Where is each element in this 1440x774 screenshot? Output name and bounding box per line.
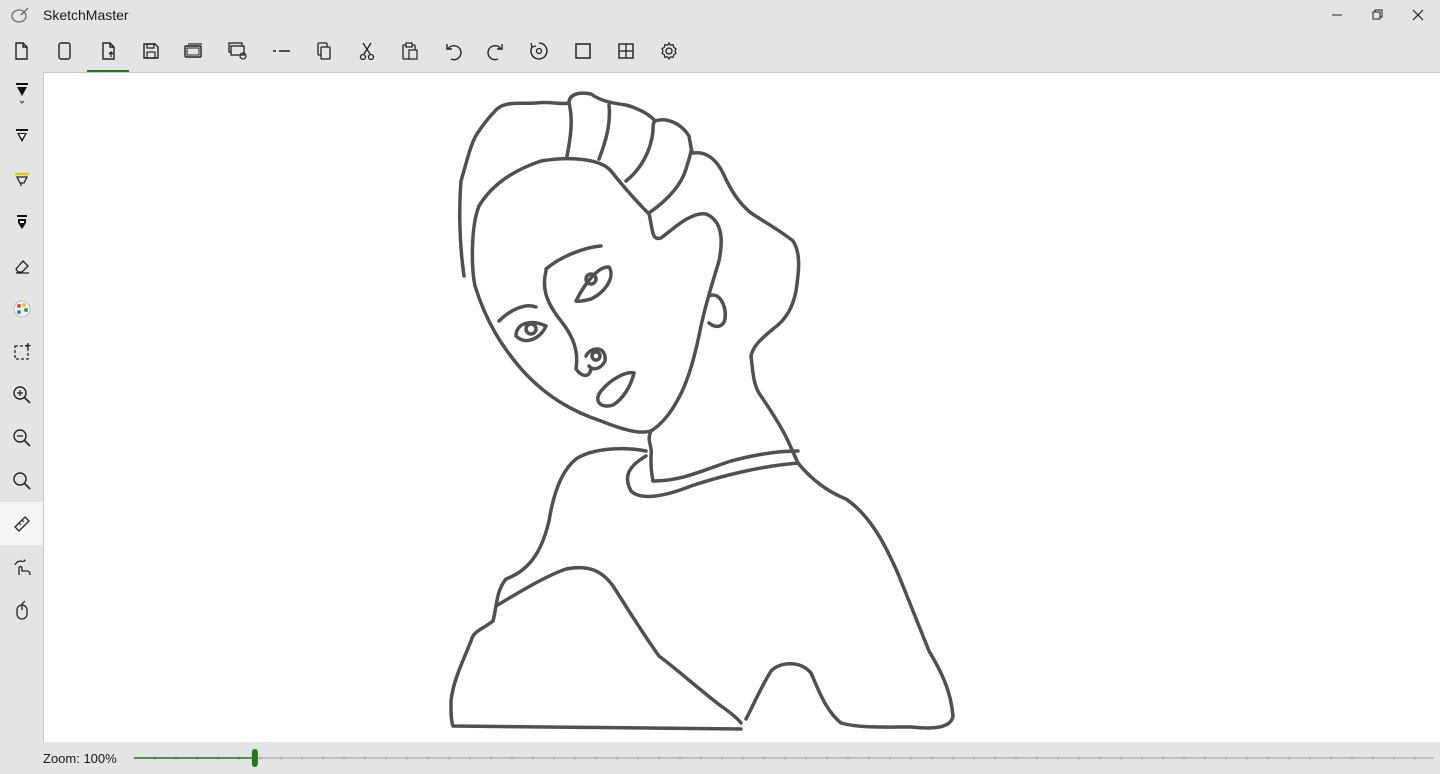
rotate-icon (530, 42, 548, 60)
zoom-reset-icon (12, 471, 31, 490)
ruler-icon (13, 515, 30, 532)
zoom-reset-button[interactable] (0, 459, 43, 502)
zoom-slider[interactable] (134, 749, 1434, 767)
open-file-button[interactable] (87, 30, 129, 72)
marker-icon (16, 214, 27, 229)
square-icon (575, 43, 591, 59)
eraser-icon (14, 259, 29, 274)
zoom-out-button[interactable] (0, 416, 43, 459)
window-title: SketchMaster (43, 7, 129, 23)
tool-sidebar (0, 72, 43, 742)
lasso-select-button[interactable] (0, 330, 43, 373)
highlighter-tool-button[interactable] (0, 158, 43, 201)
ruler-tool-button[interactable] (0, 502, 43, 545)
touch-draw-button[interactable] (0, 545, 43, 588)
marker-tool-button[interactable] (0, 201, 43, 244)
sketch-drawing (449, 91, 955, 731)
highlighter-icon (14, 172, 29, 186)
zoom-in-icon (12, 385, 31, 404)
lasso-select-icon (13, 342, 30, 360)
redo-icon (487, 44, 503, 61)
dash-line-icon (273, 50, 290, 52)
color-palette-button[interactable] (0, 287, 43, 330)
open-file-icon (102, 42, 115, 60)
zoom-in-button[interactable] (0, 373, 43, 416)
export-button[interactable] (216, 30, 258, 72)
canvas-frame-button[interactable] (562, 30, 604, 72)
cut-icon (359, 42, 375, 61)
undo-button[interactable] (432, 30, 474, 72)
redo-button[interactable] (475, 30, 517, 72)
pen-tool-button[interactable] (0, 72, 43, 115)
blank-page-button[interactable] (43, 30, 85, 72)
paste-button[interactable] (389, 30, 431, 72)
export-icon (228, 42, 247, 60)
pencil-icon (15, 128, 28, 142)
undo-icon (446, 44, 462, 61)
close-button[interactable] (1395, 0, 1440, 30)
blank-page-icon (58, 42, 71, 60)
zoom-out-icon (12, 428, 31, 447)
minimize-button[interactable] (1314, 0, 1360, 30)
main-toolbar (0, 30, 1440, 72)
status-bar: Zoom: 100% (0, 742, 1440, 774)
rotate-button[interactable] (518, 30, 560, 72)
eraser-tool-button[interactable] (0, 244, 43, 287)
app-logo-icon (10, 6, 30, 24)
new-page-icon (15, 42, 28, 60)
paste-icon (402, 42, 418, 60)
grid-button[interactable] (605, 30, 647, 72)
save-icon (143, 43, 159, 59)
settings-button[interactable] (648, 30, 690, 72)
color-palette-icon (13, 300, 30, 317)
copy-icon (317, 42, 331, 60)
cut-button[interactable] (346, 30, 388, 72)
line-style-button[interactable] (260, 30, 302, 72)
save-as-button[interactable] (173, 30, 215, 72)
save-as-icon (184, 43, 202, 58)
save-button[interactable] (130, 30, 172, 72)
copy-button[interactable] (303, 30, 345, 72)
new-page-button[interactable] (0, 30, 42, 72)
touch-draw-icon (13, 558, 31, 575)
drawing-canvas[interactable] (43, 72, 1440, 742)
mouse-icon (15, 600, 28, 620)
settings-icon (661, 41, 677, 61)
zoom-slider-thumb[interactable] (251, 749, 258, 767)
pen-dropdown-icon (15, 82, 28, 104)
title-bar: SketchMaster (0, 0, 1440, 30)
pencil-tool-button[interactable] (0, 115, 43, 158)
grid-icon (618, 43, 634, 59)
mouse-input-button[interactable] (0, 588, 43, 631)
zoom-label: Zoom: 100% (43, 751, 117, 766)
